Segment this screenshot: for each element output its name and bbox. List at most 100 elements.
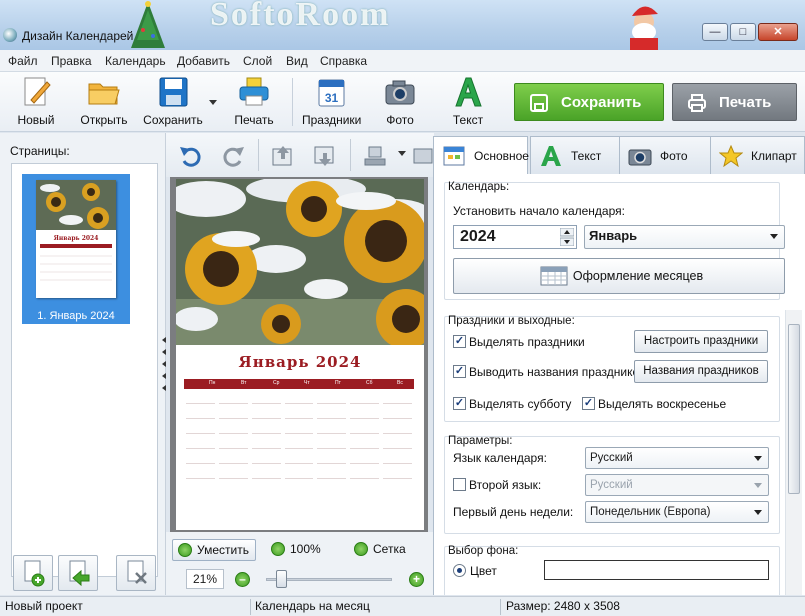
save-big-button[interactable]: Сохранить bbox=[514, 83, 664, 121]
splitter-handle[interactable] bbox=[161, 335, 167, 395]
calendar-day-cell bbox=[186, 405, 215, 419]
menu-help[interactable]: Справка bbox=[320, 54, 367, 68]
background-color-swatch[interactable] bbox=[544, 560, 769, 580]
floppy-disk-icon bbox=[159, 77, 188, 107]
zoom-out-icon[interactable]: – bbox=[235, 572, 250, 587]
menu-calendar[interactable]: Календарь bbox=[105, 54, 166, 68]
svg-text:31: 31 bbox=[325, 91, 339, 105]
tab-clipart[interactable]: Клипарт bbox=[710, 136, 805, 174]
calendar-day-cell bbox=[317, 435, 347, 449]
printer-icon bbox=[239, 77, 269, 106]
title-bar: SoftoRoom Дизайн Календарей — □ ✕ bbox=[0, 0, 805, 50]
calendar-day-cell bbox=[350, 450, 380, 464]
calendar-day-cell bbox=[350, 465, 380, 479]
calendar-day-cell bbox=[350, 405, 380, 419]
calendar-day-cell bbox=[251, 405, 281, 419]
toolbar-separator bbox=[258, 139, 259, 171]
configure-holidays-button[interactable]: Настроить праздники bbox=[634, 330, 768, 353]
table-calendar-icon bbox=[540, 266, 568, 286]
new-button[interactable]: Новый bbox=[14, 76, 58, 128]
import-page-button[interactable] bbox=[58, 555, 98, 591]
close-button[interactable]: ✕ bbox=[758, 23, 798, 41]
color-radio[interactable] bbox=[453, 564, 466, 577]
chevron-down-icon[interactable] bbox=[398, 151, 406, 157]
fit-icon bbox=[178, 543, 192, 557]
minimize-button[interactable]: — bbox=[702, 23, 728, 41]
undo-icon[interactable] bbox=[178, 143, 204, 169]
print-big-button[interactable]: Печать bbox=[672, 83, 797, 121]
menu-layer[interactable]: Слой bbox=[243, 54, 272, 68]
year-spinner[interactable]: 2024 bbox=[453, 225, 577, 249]
delete-page-button[interactable] bbox=[116, 555, 156, 591]
design-months-button[interactable]: Оформление месяцев bbox=[453, 258, 785, 294]
tab-photo[interactable]: Фото bbox=[619, 136, 711, 174]
redo-icon[interactable] bbox=[220, 143, 246, 169]
calendar-day-cell bbox=[284, 450, 314, 464]
highlight-saturday-checkbox[interactable]: ✓ bbox=[453, 397, 466, 410]
tab-text[interactable]: Текст bbox=[530, 136, 620, 174]
pages-label: Страницы: bbox=[10, 144, 70, 158]
calendar-language-select[interactable]: Русский bbox=[585, 447, 769, 469]
calendar-day-cell bbox=[284, 465, 314, 479]
calendar-page[interactable]: Январь 2024 Пн Вт Ср Чт Пт Сб Вс bbox=[176, 179, 424, 530]
menu-file[interactable]: Файл bbox=[8, 54, 38, 68]
app-logo-icon bbox=[3, 28, 17, 42]
menu-edit[interactable]: Правка bbox=[51, 54, 92, 68]
page-thumbnail[interactable]: Январь 2024 1. Январь 2024 bbox=[22, 174, 130, 324]
zoom-100-button[interactable]: 100% bbox=[266, 539, 321, 561]
background-group: Выбор фона: Цвет bbox=[444, 545, 780, 595]
send-backward-icon[interactable] bbox=[312, 143, 338, 169]
save-dropdown-arrow[interactable] bbox=[206, 76, 220, 128]
photo-button[interactable]: Фото bbox=[380, 76, 420, 128]
properties-tabs: Основное Текст Фото Клипарт bbox=[433, 136, 805, 176]
zoom-in-icon[interactable]: + bbox=[409, 572, 424, 587]
first-day-select[interactable]: Понедельник (Европа) bbox=[585, 501, 769, 523]
new-document-icon bbox=[24, 77, 51, 106]
weekday-label: Чт bbox=[304, 380, 310, 386]
tab-basic[interactable]: Основное bbox=[433, 136, 529, 176]
watermark: SoftoRoom bbox=[210, 0, 391, 33]
holiday-names-button[interactable]: Названия праздников bbox=[634, 360, 768, 383]
status-separator bbox=[500, 599, 501, 615]
zoom-slider-thumb[interactable] bbox=[275, 570, 287, 588]
month-select[interactable]: Январь bbox=[584, 225, 785, 249]
calendar-day-cell bbox=[218, 435, 248, 449]
scrollbar-thumb[interactable] bbox=[788, 324, 800, 494]
calendar-group: Календарь: Установить начало календаря: … bbox=[444, 181, 785, 300]
properties-panel: Календарь: Установить начало календаря: … bbox=[433, 174, 805, 595]
calendar-day-cell bbox=[284, 420, 314, 434]
align-icon[interactable] bbox=[362, 143, 388, 169]
properties-scrollbar[interactable] bbox=[785, 310, 802, 595]
santa-decoration bbox=[630, 6, 658, 50]
calendar-day-cell bbox=[383, 435, 412, 449]
open-button[interactable]: Открыть bbox=[78, 76, 130, 128]
highlight-holidays-checkbox[interactable]: ✓ bbox=[453, 335, 466, 348]
bring-forward-icon[interactable] bbox=[270, 143, 296, 169]
second-language-checkbox[interactable] bbox=[453, 478, 466, 491]
highlight-sunday-checkbox[interactable]: ✓ bbox=[582, 397, 595, 410]
print-button[interactable]: Печать bbox=[232, 76, 276, 128]
menu-view[interactable]: Вид bbox=[286, 54, 308, 68]
calendar-day-cell bbox=[317, 450, 347, 464]
calendar-day-cell bbox=[317, 390, 347, 404]
add-page-button[interactable] bbox=[13, 555, 53, 591]
weekday-label: Сб bbox=[366, 380, 373, 386]
second-language-select[interactable]: Русский bbox=[585, 474, 769, 496]
calendar-day-cell bbox=[284, 405, 314, 419]
fit-button[interactable]: Уместить bbox=[172, 539, 256, 561]
grid-icon bbox=[354, 542, 368, 556]
save-button[interactable]: Сохранить bbox=[143, 76, 203, 128]
holidays-button[interactable]: 31 Праздники bbox=[302, 76, 361, 128]
chevron-down-icon bbox=[209, 100, 217, 105]
text-button[interactable]: Текст bbox=[448, 76, 488, 128]
status-project: Новый проект bbox=[5, 599, 83, 613]
parameters-group: Параметры: Язык календаря: Русский Второ… bbox=[444, 435, 780, 534]
menu-add[interactable]: Добавить bbox=[177, 54, 230, 68]
show-holiday-names-checkbox[interactable]: ✓ bbox=[453, 365, 466, 378]
zoom-value-field[interactable]: 21% bbox=[186, 569, 224, 589]
maximize-button[interactable]: □ bbox=[730, 23, 756, 41]
toolbar-separator bbox=[350, 139, 351, 171]
calendar-day-cell bbox=[218, 420, 248, 434]
grid-button[interactable]: Сетка bbox=[349, 539, 406, 561]
spinner-arrows-icon[interactable] bbox=[560, 228, 574, 246]
